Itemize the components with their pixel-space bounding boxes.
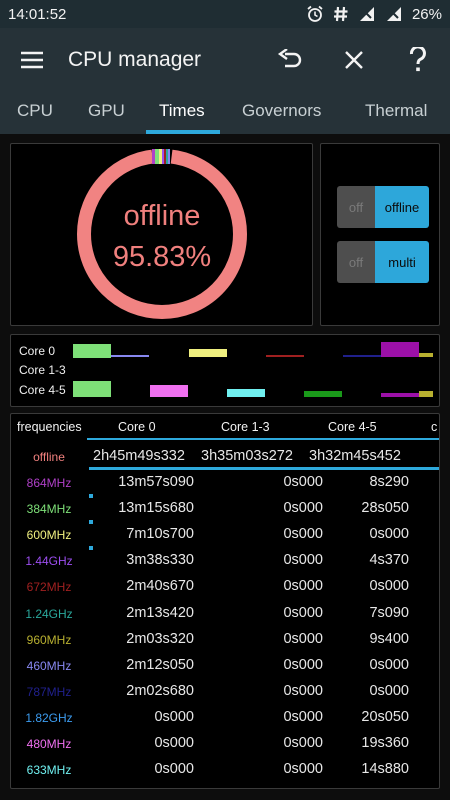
timeline-bar [343,355,381,357]
time-cell: 2h45m49s332 [93,448,185,464]
undo-icon [277,49,302,68]
close-button[interactable] [322,28,386,92]
menu-button[interactable] [0,28,64,92]
timeline-bar [419,353,433,357]
freq-label: offline [33,450,65,464]
hash-icon [333,5,349,23]
help-button[interactable] [386,28,450,92]
time-cell: 28s050 [361,500,409,517]
time-cell: 20s050 [361,708,409,725]
menu-icon [21,51,43,69]
header-divider [87,438,439,440]
timeline-bar [419,391,433,397]
time-cell: 2m03s320 [126,630,194,647]
timeline-bar [111,355,149,357]
timeline-bar [73,344,111,358]
close-icon [345,51,363,69]
battery-level: 26% [411,5,442,23]
donut-slice [155,149,159,164]
time-cell: 2m40s670 [126,578,194,595]
multi-toggle-off[interactable]: off [337,241,375,283]
timeline-bar [189,349,227,357]
tab-times[interactable]: Times [159,92,205,134]
time-cell: 2m02s680 [126,682,194,699]
time-cell: 2m12s050 [126,656,194,673]
donut-slice [162,149,164,164]
signal-icon [358,5,376,23]
undo-button[interactable] [258,28,322,92]
time-cell: 7m10s700 [126,526,194,543]
header-core1-3: Core 1-3 [221,420,270,434]
time-cell: 9s400 [369,630,409,647]
tab-governors[interactable]: Governors [242,92,321,134]
timeline-row-core0: Core 0 [19,344,56,358]
timeline-row-core1-3: Core 1-3 [19,363,66,377]
tab-bar: CPU GPU Times Governors Thermal [0,92,450,134]
active-tab-indicator [146,130,220,134]
timeline-bar [304,391,342,397]
timeline-bar [150,385,188,397]
time-cell: 4s370 [369,552,409,569]
time-cell: 0s000 [154,735,194,751]
header-frequencies: frequencies [17,420,82,434]
time-cell: 0s000 [369,526,409,543]
time-cell: 0s000 [154,761,194,778]
time-cell: 13m15s680 [118,500,194,517]
time-cell: 3m38s330 [126,552,194,569]
timeline-bar [381,342,419,357]
timeline-bar [266,355,304,357]
timeline-bar [381,393,419,397]
offline-underline [89,467,439,470]
time-cell: 0s000 [369,656,409,673]
tab-cpu[interactable]: CPU [17,92,53,134]
usage-tick [89,520,93,525]
app-bar: CPU manager [0,28,450,92]
frequency-table[interactable]: frequencies Core 0 Core 1-3 Core 4-5 c o… [10,413,440,789]
time-cell: 19s360 [361,735,409,751]
tab-thermal[interactable]: Thermal [365,92,427,134]
donut-slice [168,149,170,164]
donut-slice [159,149,162,164]
tab-gpu[interactable]: GPU [88,92,125,134]
donut-slice [166,149,168,164]
time-cell: 0s000 [154,708,194,725]
time-cell: 13m57s090 [118,474,194,490]
time-cell: 3h35m03s272 [201,448,293,464]
multi-toggle-on[interactable]: multi [375,241,429,283]
help-icon [409,47,426,72]
time-cell: 0s000 [369,682,409,699]
donut-panel: offline 95.83% [10,143,313,326]
time-cell: 2m13s420 [126,604,194,621]
time-cell: 14s880 [361,761,409,778]
donut-slice [152,149,155,164]
time-cell: 0s000 [369,578,409,595]
timeline-bar [227,389,265,397]
status-time: 14:01:52 [8,5,67,23]
toggles-panel: off offline off multi [320,143,440,326]
time-cell: 7s090 [369,604,409,621]
multi-toggle[interactable]: off multi [337,241,429,283]
header-overflow-col: c [431,420,438,434]
usage-tick [89,546,93,551]
alarm-icon [306,5,324,23]
page-title: CPU manager [68,48,202,71]
time-donut-chart: offline 95.83% [77,148,247,319]
signal-icon-2 [385,5,403,23]
time-cell: 3h32m45s452 [309,448,401,464]
status-bar: 14:01:52 26% [0,0,450,28]
offline-toggle-off[interactable]: off [337,186,375,228]
timeline-row-core4-5: Core 4-5 [19,383,66,397]
time-cell: 8s290 [369,474,409,490]
timeline-panel: Core 0 Core 1-3 Core 4-5 [10,334,440,407]
donut-label: offline [124,200,201,232]
usage-tick [89,494,93,498]
donut-ring [77,149,247,319]
offline-toggle-on[interactable]: offline [375,186,429,228]
donut-value: 95.83% [113,241,211,273]
header-core4-5: Core 4-5 [328,420,377,434]
timeline-bar [73,381,111,397]
header-core0: Core 0 [118,420,156,434]
donut-slice [164,149,166,164]
offline-toggle[interactable]: off offline [337,186,429,228]
